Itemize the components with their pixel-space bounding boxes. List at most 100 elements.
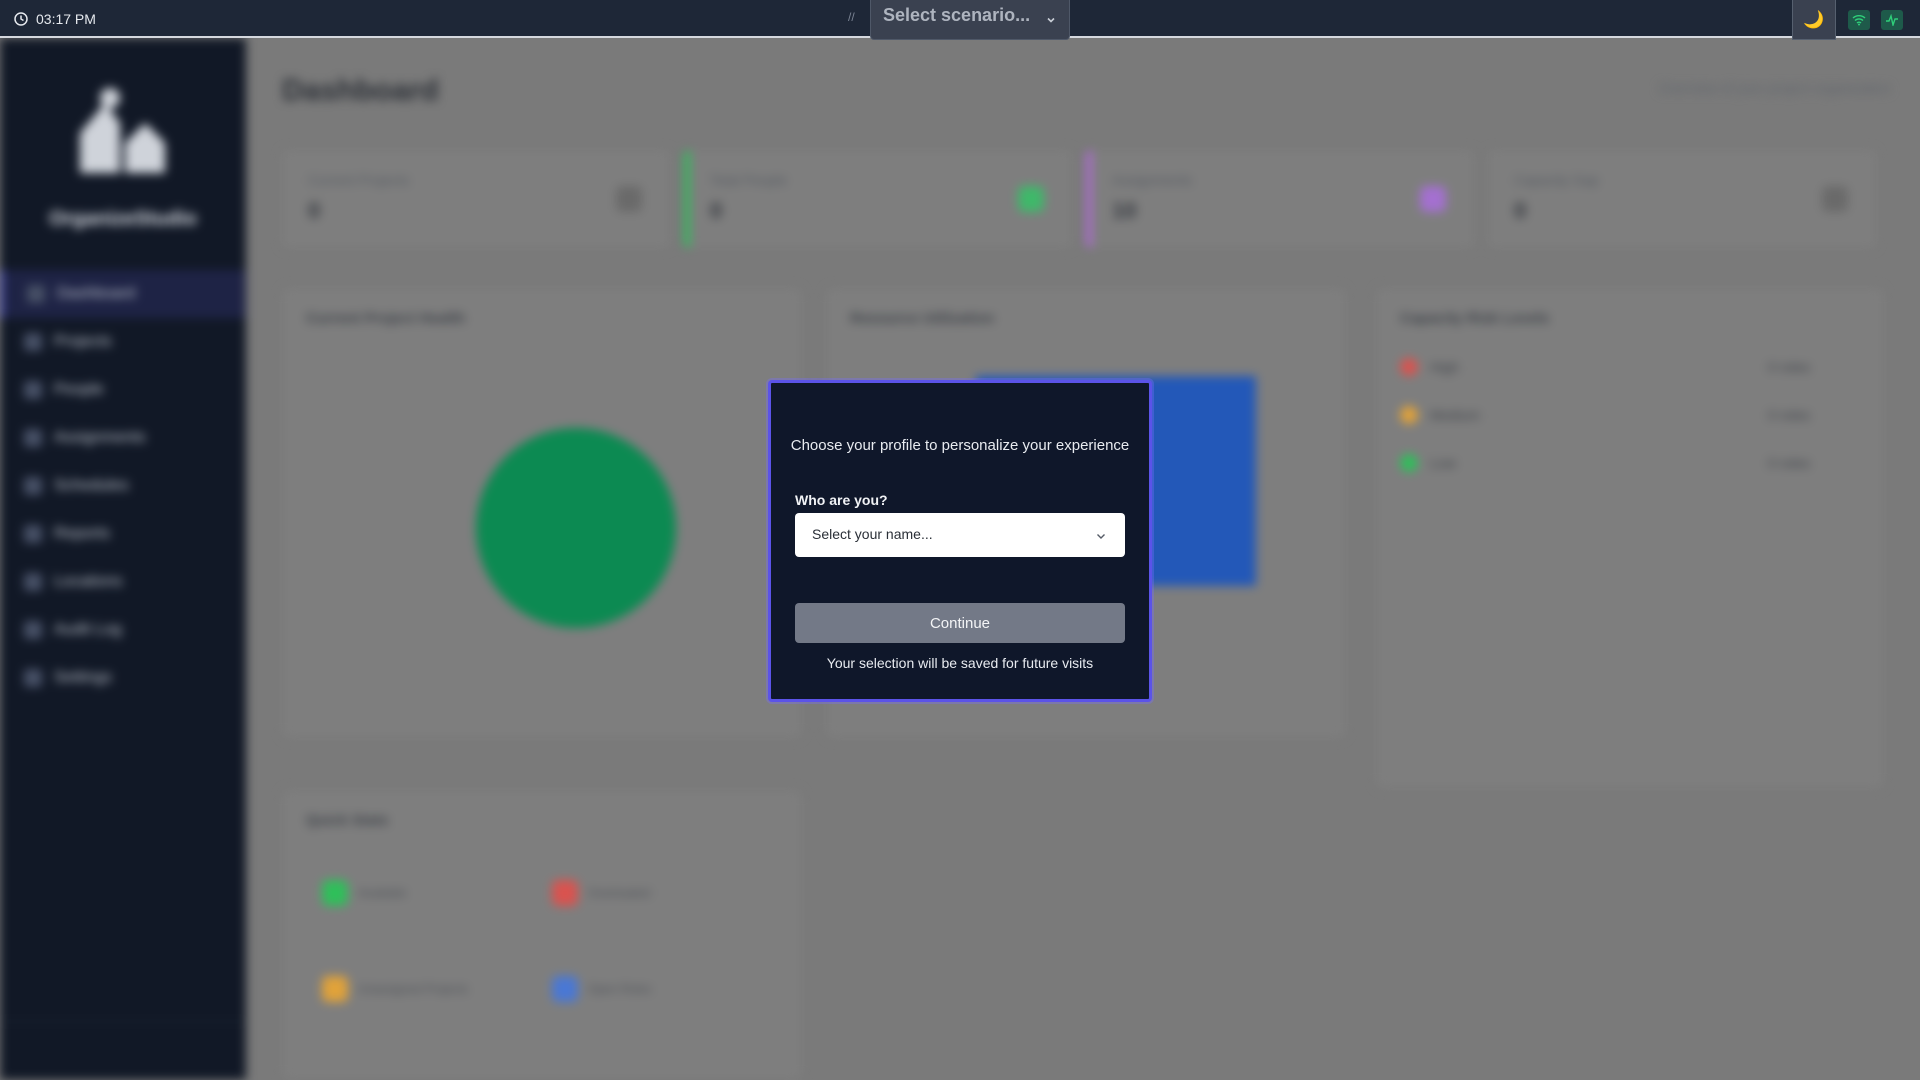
severity-dot xyxy=(1400,454,1418,472)
name-select-value: Select your name... xyxy=(812,526,933,542)
brand-name: OrganizeStudio xyxy=(49,208,197,230)
sidebar-footer xyxy=(0,1021,246,1080)
warning-icon xyxy=(552,880,578,906)
sidebar-item-dashboard[interactable]: Dashboard xyxy=(0,270,246,318)
map-pin-icon xyxy=(24,573,42,591)
severity-row: High 0 roles xyxy=(1400,358,1810,376)
stat-accent-bar xyxy=(1086,150,1092,248)
severity-dot xyxy=(1400,358,1418,376)
capacity-risk-card: Capacity Risk Levels High 0 roles Medium… xyxy=(1376,288,1884,788)
sidebar-item-people[interactable]: People xyxy=(0,366,246,414)
clipboard-icon xyxy=(24,429,42,447)
continue-button[interactable]: Continue xyxy=(795,603,1125,643)
save-note: Your selection will be saved for future … xyxy=(826,655,1094,671)
sidebar-item-label: Locations xyxy=(54,573,123,590)
sidebar-item-label: Projects xyxy=(54,333,112,350)
stat-value: 0 xyxy=(710,198,723,223)
sidebar-nav: Dashboard Projects People Assignments Sc… xyxy=(0,270,246,702)
sidebar-item-settings[interactable]: Settings xyxy=(0,654,246,702)
severity-count: 0 roles xyxy=(1767,407,1810,423)
sidebar-item-audit-log[interactable]: Audit Log xyxy=(0,606,246,654)
sidebar-item-schedules[interactable]: Schedules xyxy=(0,462,246,510)
stat-card: Total People 0 xyxy=(684,150,1072,248)
clock-time: 03:17 PM xyxy=(36,11,96,27)
quick-stat-label: Overloaded xyxy=(588,886,651,900)
user-plus-icon xyxy=(552,976,578,1002)
wifi-icon[interactable] xyxy=(1848,10,1870,30)
users-icon xyxy=(24,381,42,399)
quick-stat-label: Open Roles xyxy=(588,982,652,996)
severity-label: High xyxy=(1430,359,1459,375)
stat-accent-bar xyxy=(684,150,690,248)
page-subtitle: Overview of your project organization xyxy=(1658,80,1890,96)
card-title: Current Project Health xyxy=(306,310,466,327)
pie-chart xyxy=(476,428,676,628)
sidebar-item-label: Schedules xyxy=(54,477,129,494)
severity-label: Low xyxy=(1430,455,1456,471)
chevron-down-icon xyxy=(1045,10,1057,31)
stat-label: Total People xyxy=(710,172,788,188)
severity-dot xyxy=(1400,406,1418,424)
top-bar: 03:17 PM // Select scenario... 🌙 xyxy=(0,0,1920,40)
clock: 03:17 PM xyxy=(14,11,96,27)
stat-card: Current Projects 0 xyxy=(282,150,670,248)
sidebar-item-reports[interactable]: Reports xyxy=(0,510,246,558)
folder-icon xyxy=(322,976,348,1002)
severity-count: 0 roles xyxy=(1767,455,1810,471)
profile-select-dialog: Choose your profile to personalize your … xyxy=(768,380,1152,702)
gear-icon xyxy=(24,669,42,687)
sidebar-item-projects[interactable]: Projects xyxy=(0,318,246,366)
severity-count: 0 roles xyxy=(1767,359,1810,375)
stat-value: 0 xyxy=(308,198,321,223)
chart-icon xyxy=(24,525,42,543)
sidebar-item-label: Settings xyxy=(54,669,112,686)
severity-row: Low 0 roles xyxy=(1400,454,1810,472)
activity-icon[interactable] xyxy=(1881,10,1903,30)
severity-row: Medium 0 roles xyxy=(1400,406,1810,424)
scenario-select-value: Select scenario... xyxy=(883,5,1031,25)
name-select[interactable]: Select your name... xyxy=(795,513,1125,557)
card-title: Quick Stats xyxy=(306,812,389,829)
severity-label: Medium xyxy=(1430,407,1480,423)
quick-stat-label: Unassigned Projects xyxy=(358,982,469,996)
theme-toggle-button[interactable]: 🌙 xyxy=(1792,0,1836,40)
clipboard-icon xyxy=(1420,186,1446,212)
scenario-select[interactable]: Select scenario... xyxy=(870,0,1070,40)
dashboard-icon xyxy=(27,285,45,303)
list-icon xyxy=(24,621,42,639)
calendar-icon xyxy=(24,477,42,495)
sidebar-item-locations[interactable]: Locations xyxy=(0,558,246,606)
who-are-you-label: Who are you? xyxy=(795,492,888,508)
scenario-prefix: // xyxy=(848,10,855,24)
sidebar-item-label: Audit Log xyxy=(54,621,122,638)
folder-icon xyxy=(24,333,42,351)
page-title: Dashboard xyxy=(282,74,439,107)
sidebar: OrganizeStudio Dashboard Projects People… xyxy=(0,38,246,1080)
stat-value: 10 xyxy=(1112,198,1137,223)
folder-icon xyxy=(616,186,642,212)
stat-label: Assignments xyxy=(1112,172,1193,188)
stat-card: Assignments 10 xyxy=(1086,150,1474,248)
users-icon xyxy=(1018,186,1044,212)
card-title: Capacity Risk Levels xyxy=(1400,310,1550,327)
stat-card: Capacity Gap 0 xyxy=(1488,150,1876,248)
quick-stats-card: Quick Stats Available Overloaded Unassig… xyxy=(282,790,802,1080)
stat-label: Capacity Gap xyxy=(1514,172,1599,188)
sidebar-item-label: People xyxy=(54,381,104,398)
clock-icon xyxy=(14,12,28,26)
quick-stat: Unassigned Projects xyxy=(322,976,468,1002)
sidebar-item-label: Dashboard xyxy=(57,285,136,302)
card-title: Resource Utilization xyxy=(850,310,995,327)
sidebar-item-label: Assignments xyxy=(54,429,146,446)
stat-label: Current Projects xyxy=(308,172,410,188)
moon-icon: 🌙 xyxy=(1803,9,1825,29)
chevron-down-icon xyxy=(1095,529,1107,545)
sidebar-item-assignments[interactable]: Assignments xyxy=(0,414,246,462)
quick-stat: Open Roles xyxy=(552,976,651,1002)
quick-stat-label: Available xyxy=(358,886,407,900)
sidebar-item-label: Reports xyxy=(54,525,111,542)
quick-stat: Available xyxy=(322,880,406,906)
project-health-card: Current Project Health xyxy=(282,288,802,738)
logo-icon xyxy=(70,78,180,188)
dialog-subtitle: Choose your profile to personalize your … xyxy=(790,437,1130,454)
